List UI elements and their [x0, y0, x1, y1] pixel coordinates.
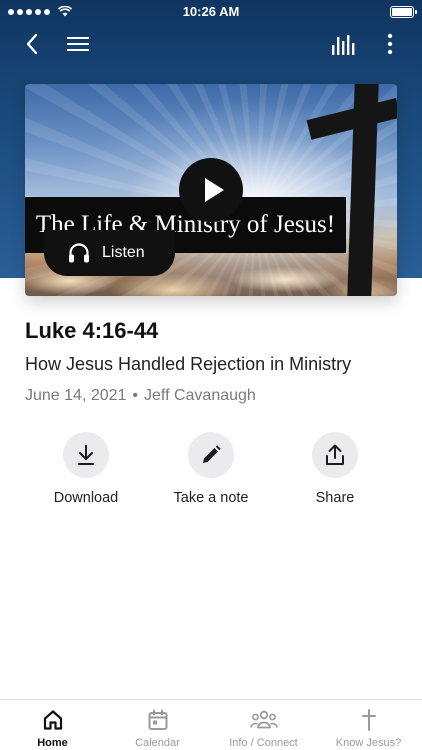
- more-button[interactable]: [374, 28, 406, 60]
- share-label: Share: [315, 490, 355, 506]
- tab-home[interactable]: Home: [0, 700, 105, 750]
- share-icon: [326, 444, 344, 465]
- tab-info-connect[interactable]: Info / Connect: [211, 700, 316, 750]
- download-icon: [78, 445, 94, 465]
- action-row: Download Take a note Share: [0, 432, 422, 512]
- pencil-icon: [203, 445, 221, 463]
- sermon-speaker: Jeff Cavanaugh: [144, 387, 256, 404]
- cross-icon: [361, 709, 376, 731]
- audio-bars-icon: [332, 35, 355, 55]
- download-label: Download: [53, 490, 119, 506]
- sermon-title: Luke 4:16-44: [25, 318, 159, 343]
- sermon-meta: June 14, 2021 • Jeff Cavanaugh: [25, 387, 256, 405]
- share-button[interactable]: Share: [275, 432, 395, 506]
- people-icon: [249, 710, 278, 729]
- headphones-icon: [69, 243, 89, 263]
- play-icon: [204, 178, 224, 202]
- audio-button[interactable]: [328, 28, 360, 60]
- home-icon: [43, 710, 62, 730]
- back-button[interactable]: [16, 28, 48, 60]
- chevron-left-icon: [26, 33, 38, 55]
- vertical-dots-icon: [387, 33, 393, 55]
- play-button[interactable]: [179, 158, 243, 222]
- tab-know-jesus[interactable]: Know Jesus?: [316, 700, 421, 750]
- menu-button[interactable]: [62, 28, 94, 60]
- take-note-label: Take a note: [173, 490, 249, 506]
- take-note-button[interactable]: Take a note: [151, 432, 271, 506]
- sermon-artwork: The Life & Ministry of Jesus! Listen: [25, 84, 397, 296]
- tab-info-label: Info / Connect: [229, 737, 298, 749]
- sermon-subtitle: How Jesus Handled Rejection in Ministry: [25, 354, 352, 374]
- listen-label: Listen: [102, 244, 145, 261]
- status-time: 10:26 AM: [182, 4, 240, 19]
- tab-home-label: Home: [37, 737, 68, 749]
- tab-calendar-label: Calendar: [135, 737, 180, 749]
- battery-icon: [390, 6, 417, 18]
- sermon-date: June 14, 2021: [25, 387, 127, 404]
- status-bar: 10:26 AM: [0, 0, 422, 24]
- tab-calendar[interactable]: Calendar: [105, 700, 210, 750]
- listen-button[interactable]: Listen: [44, 230, 175, 276]
- tab-know-label: Know Jesus?: [335, 737, 402, 749]
- tab-bar: Home Calendar Info / Connect Know Jesus?: [0, 699, 422, 750]
- calendar-icon: [148, 709, 167, 730]
- hamburger-icon: [67, 37, 89, 51]
- meta-separator: •: [132, 387, 139, 404]
- download-button[interactable]: Download: [26, 432, 146, 506]
- top-nav: [0, 28, 422, 60]
